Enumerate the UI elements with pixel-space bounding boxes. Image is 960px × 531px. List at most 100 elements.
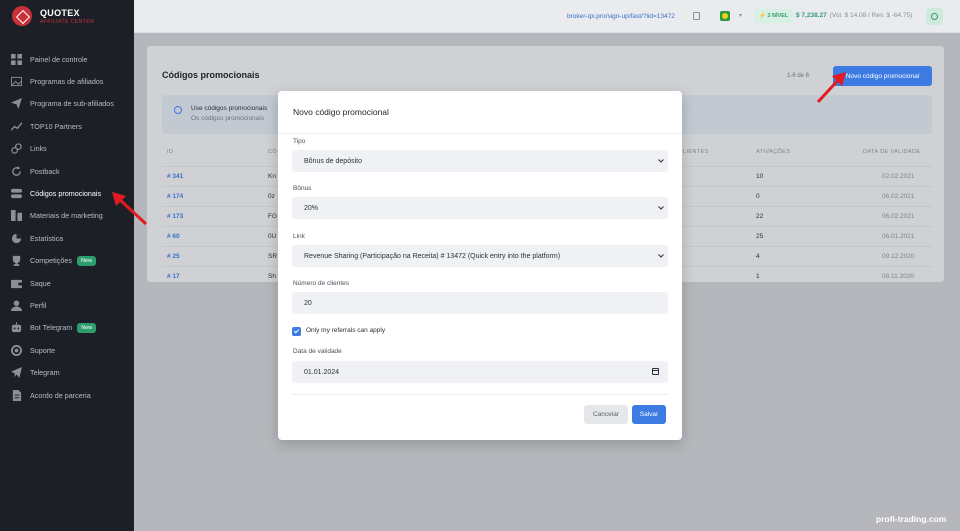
row-date: 06.01.2021 [882, 233, 915, 240]
trend-icon [11, 121, 22, 132]
calendar-icon[interactable] [652, 368, 659, 375]
sidebar-item-label: Bot Telegram [30, 323, 73, 333]
date-input[interactable]: 01.01.2024 [292, 361, 668, 383]
info-text: Use códigos promocionais [191, 105, 268, 112]
sidebar-item-top10[interactable]: TOP10 Partners [0, 115, 134, 137]
row-activations: 4 [756, 253, 760, 260]
chevron-down-icon [658, 159, 664, 163]
balance: $ 7,238.27 (Vol. $ 14.08 / Rev. $ -64.75) [796, 12, 912, 19]
watermark: profi-trading.com [876, 514, 947, 524]
sidebar-item-label: Materiais de marketing [30, 211, 103, 221]
type-label: Tipo [293, 138, 306, 145]
page-title: Códigos promocionais [162, 70, 260, 80]
row-id[interactable]: # 60 [167, 233, 180, 240]
row-activations: 22 [756, 213, 764, 220]
sidebar-item-telegram[interactable]: Telegram [0, 361, 134, 383]
new-badge: New [76, 255, 96, 266]
date-input-value: 01.01.2024 [304, 368, 340, 376]
bonus-select[interactable]: 20% [292, 197, 668, 219]
row-code: 0z [268, 193, 275, 200]
row-code: 0U [268, 233, 277, 240]
quotex-logo-icon [12, 6, 32, 26]
sidebar-item-sub-afiliados[interactable]: Programa de sub-afiliados [0, 93, 134, 115]
sidebar-item-saque[interactable]: Saque [0, 272, 134, 294]
column-header-activations: ATIVAÇÕES [756, 149, 791, 155]
row-id[interactable]: # 17 [167, 273, 180, 280]
toggle-icon [11, 188, 22, 199]
support-icon [11, 344, 22, 356]
sidebar-item-postback[interactable]: Postback [0, 160, 134, 182]
row-code: Kn [268, 173, 276, 180]
bonus-select-value: 20% [304, 204, 319, 212]
row-id[interactable]: # 173 [167, 213, 183, 220]
column-header-clients: LIENTES [683, 149, 709, 155]
app-subtitle: AFFILIATE CENTER [40, 18, 95, 25]
new-promo-code-modal: Novo código promocional Tipo Bônus de de… [278, 91, 682, 440]
row-code: SR [268, 253, 278, 260]
avatar[interactable] [926, 8, 943, 25]
brazil-flag-icon[interactable] [720, 11, 730, 21]
bonus-label: Bônus [293, 185, 312, 192]
row-date: 09.12.2020 [882, 253, 915, 260]
sidebar-item-label: Programas de afiliados [30, 77, 104, 87]
balance-detail: (Vol. $ 14.08 / Rev. $ -64.75) [829, 12, 913, 19]
chevron-down-icon[interactable]: ▾ [739, 12, 742, 19]
row-code: FG [268, 213, 278, 220]
column-header-validity: DATA DE VALIDADE [863, 149, 921, 155]
clients-input-value: 20 [304, 299, 312, 307]
sidebar-item-painel[interactable]: Painel de controle [0, 48, 134, 70]
sidebar: QUOTEX AFFILIATE CENTER Painel de contro… [0, 0, 134, 531]
sidebar-item-label: Saque [30, 278, 51, 288]
row-code: Sh [268, 273, 276, 280]
sidebar-item-programas[interactable]: Programas de afiliados [0, 70, 134, 92]
sidebar-item-perfil[interactable]: Perfil [0, 294, 134, 316]
row-activations: 1 [756, 273, 760, 280]
cancel-button[interactable]: Cancelar [584, 405, 628, 424]
link-icon [11, 143, 22, 154]
sidebar-item-label: Códigos promocionais [30, 189, 102, 199]
copy-icon[interactable] [693, 12, 700, 20]
sidebar-item-label: Perfil [30, 300, 47, 310]
wallet-icon [11, 278, 22, 289]
app-title: QUOTEX [40, 7, 80, 18]
clients-input[interactable]: 20 [292, 292, 668, 314]
row-id[interactable]: # 341 [167, 173, 183, 180]
sidebar-item-bot-telegram[interactable]: Bot Telegram New [0, 317, 134, 339]
type-select[interactable]: Bônus de depósito [292, 150, 668, 172]
sidebar-item-label: TOP10 Partners [30, 121, 82, 131]
sidebar-item-links[interactable]: Links [0, 138, 134, 160]
bot-icon [11, 322, 22, 333]
sidebar-item-label: Postback [30, 166, 60, 176]
link-select[interactable]: Revenue Sharing (Participação na Receita… [292, 245, 668, 267]
type-select-value: Bônus de depósito [304, 157, 362, 165]
sidebar-item-label: Suporte [30, 345, 56, 355]
info-icon [174, 106, 182, 114]
chart-icon [11, 233, 22, 244]
sidebar-item-acordo[interactable]: Acordo de parceria [0, 384, 134, 406]
sidebar-item-label: Programa de sub-afiliados [30, 99, 114, 109]
row-id[interactable]: # 25 [167, 253, 180, 260]
referral-link[interactable]: broker-qx.pro/sign-up/fast/?lid=13472 [567, 13, 675, 20]
annotation-arrow-sidebar [112, 192, 148, 226]
row-activations: 0 [756, 193, 760, 200]
column-header-id: ID [167, 149, 174, 155]
row-date: 06.02.2021 [882, 213, 915, 220]
sidebar-item-label: Acordo de parceria [30, 390, 91, 400]
chevron-down-icon [658, 254, 664, 258]
sidebar-item-suporte[interactable]: Suporte [0, 339, 134, 361]
save-button[interactable]: Salvar [632, 405, 666, 424]
sidebar-item-competicoes[interactable]: Competições New [0, 250, 134, 272]
sidebar-item-label: Competições [30, 256, 72, 266]
divider [278, 133, 682, 134]
referrals-only-label[interactable]: Only my referrals can apply [306, 327, 385, 334]
row-date: 02.02.2021 [882, 173, 915, 180]
chevron-down-icon [658, 206, 664, 210]
topbar: broker-qx.pro/sign-up/fast/?lid=13472 ▾ … [134, 0, 960, 33]
sidebar-item-estatistica[interactable]: Estatística [0, 227, 134, 249]
row-id[interactable]: # 174 [167, 193, 183, 200]
logo[interactable]: QUOTEX AFFILIATE CENTER [12, 6, 94, 26]
marketing-icon [11, 210, 22, 222]
referrals-only-checkbox[interactable] [292, 327, 301, 336]
column-header-code: CÓ [268, 149, 278, 155]
level-text: 3 NÍVEL [767, 13, 789, 19]
